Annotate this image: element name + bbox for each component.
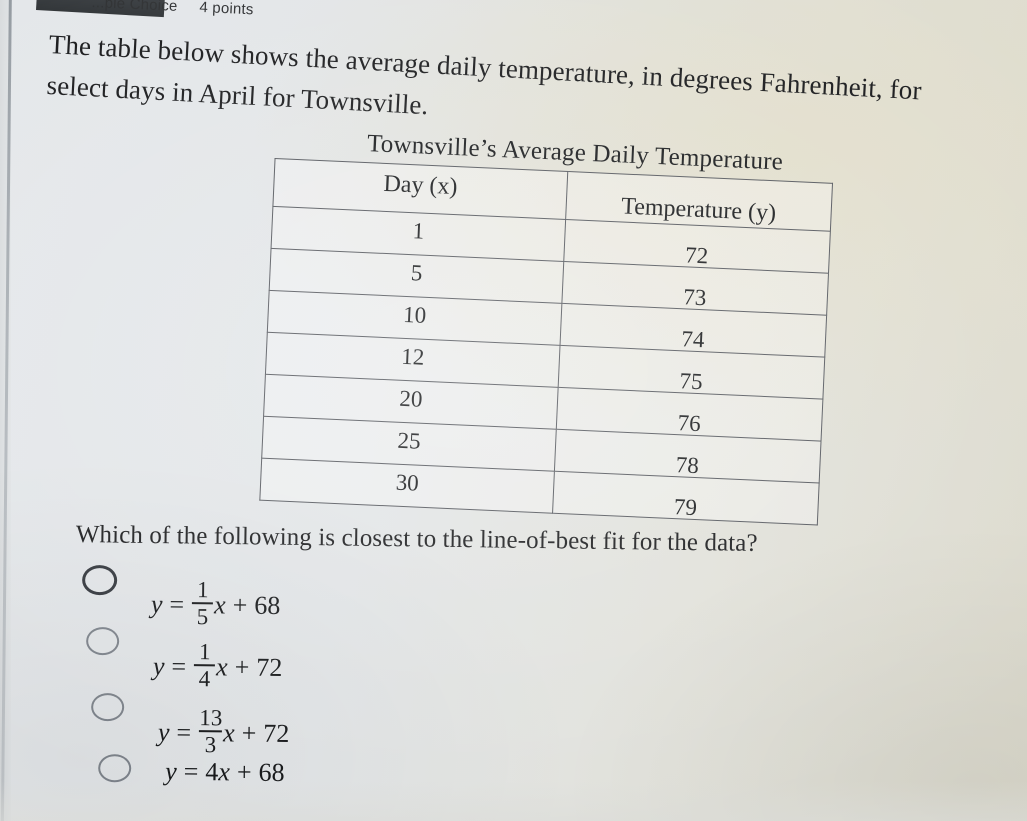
table-cell-day-value: 30 [395, 469, 420, 496]
equals-sign: = [176, 718, 192, 748]
equation-lhs: y [157, 717, 170, 747]
equals-sign: = [183, 756, 199, 787]
equation-lhs: y [152, 651, 165, 681]
answer-option[interactable]: y = 1 4 x +72 [86, 621, 283, 693]
answer-option[interactable]: y = 1 5 x +68 [81, 559, 281, 631]
plus-sign: + [232, 590, 248, 620]
equation-constant: 68 [258, 757, 285, 787]
equation-variable: x [213, 590, 226, 620]
radio-button-option-a[interactable] [81, 564, 118, 596]
question-text: Which of the following is closest to the… [75, 521, 758, 557]
plus-sign: + [241, 718, 257, 748]
table-cell-temperature-value: 72 [684, 241, 709, 268]
plus-sign: + [234, 652, 250, 682]
table-cell-temperature-value: 78 [675, 451, 700, 478]
table-body: 1 72 5 73 10 74 12 75 20 76 25 78 30 79 [259, 206, 831, 525]
temperature-table: Day (x) Temperature (y) 1 72 5 73 10 74 12 75 20… [259, 158, 833, 526]
equation-variable: x [222, 718, 235, 748]
table-cell-day-value: 5 [410, 259, 423, 286]
equation-constant: 72 [263, 718, 290, 749]
table-cell-temperature-value: 74 [680, 325, 705, 352]
table-cell-temperature-value: 76 [677, 409, 702, 436]
answer-option[interactable]: y = 4 x +68 [98, 752, 285, 821]
plus-sign: + [236, 757, 252, 787]
answer-equation: y = 4 x +68 [165, 757, 285, 788]
fraction-coefficient: 14 [194, 639, 216, 692]
table-cell-day-value: 12 [400, 343, 425, 370]
radio-button-option-d[interactable] [98, 754, 132, 783]
equation-variable: x [218, 757, 231, 787]
radio-button-option-c[interactable] [91, 692, 125, 722]
table-cell-day-value: 20 [398, 385, 424, 412]
table-cell-temperature-value: 73 [682, 283, 707, 310]
answer-equation: y = 1 4 x +72 [152, 639, 283, 694]
equals-sign: = [169, 590, 185, 620]
equals-sign: = [171, 652, 187, 682]
table-cell-day-value: 25 [397, 427, 422, 454]
equation-constant: 72 [256, 652, 283, 683]
answer-option[interactable]: y = 13 3 x +72 [91, 687, 290, 759]
equation-lhs: y [165, 756, 177, 786]
radio-button-option-b[interactable] [86, 626, 120, 656]
fraction-numerator: 1 [198, 639, 211, 665]
screenshot-canvas: ...ple Choice 4 points The table below sh… [0, 0, 1027, 821]
equation-constant: 68 [254, 590, 281, 621]
table-cell-day-value: 1 [412, 217, 425, 244]
table-cell-temperature-value: 79 [673, 493, 698, 520]
integer-coefficient: 4 [205, 757, 219, 787]
fraction-numerator: 13 [199, 705, 223, 731]
answer-equation: y = 13 3 x +72 [157, 705, 290, 760]
points-label: 4 points [199, 0, 254, 19]
table-cell-temperature-value: 75 [679, 367, 704, 394]
question-meta: ...ple Choice 4 points [91, 0, 254, 18]
fraction-numerator: 1 [196, 577, 209, 603]
fraction-coefficient: 13 3 [199, 705, 223, 758]
table-header-day-label: Day (x) [382, 170, 459, 201]
fraction-denominator: 4 [198, 666, 211, 692]
table-cell-day-value: 10 [402, 301, 427, 328]
equation-lhs: y [150, 589, 163, 619]
equation-variable: x [215, 652, 228, 682]
temperature-table-block: Townsville’s Average Daily Temperature D… [259, 126, 837, 526]
